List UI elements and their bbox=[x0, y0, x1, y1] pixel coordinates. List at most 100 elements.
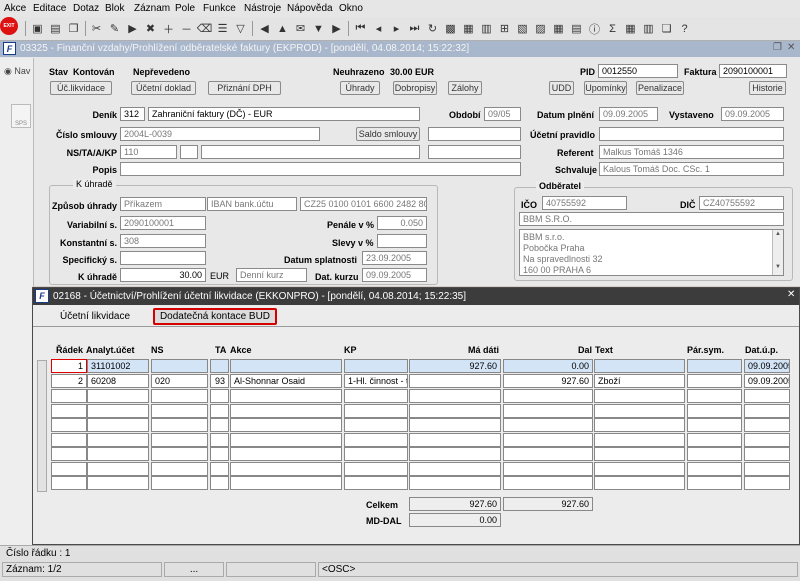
cell-analyt[interactable]: 60208 bbox=[87, 374, 149, 388]
cell-empty[interactable] bbox=[344, 432, 408, 447]
cell-empty[interactable] bbox=[230, 447, 342, 461]
cell-empty[interactable] bbox=[594, 476, 685, 490]
lock-icon[interactable]: ▩ bbox=[442, 20, 459, 37]
cell-empty[interactable] bbox=[151, 432, 208, 447]
cell-text[interactable] bbox=[594, 359, 685, 373]
specificky-symbol-field[interactable] bbox=[120, 251, 206, 265]
cell-akce[interactable] bbox=[230, 359, 342, 373]
cell-empty[interactable] bbox=[594, 461, 685, 476]
cell-empty[interactable] bbox=[210, 447, 229, 461]
menu-blok[interactable]: Blok bbox=[105, 3, 124, 14]
grid-icon[interactable]: ▦ bbox=[550, 20, 567, 37]
cell-ta[interactable] bbox=[210, 359, 229, 373]
cut-icon[interactable]: ✂ bbox=[88, 20, 105, 37]
denik-name-field[interactable]: Zahraniční faktury (DČ) - EUR bbox=[148, 107, 420, 121]
scroll-up-icon[interactable]: ▲ bbox=[773, 230, 783, 238]
cell-empty[interactable] bbox=[51, 403, 87, 418]
cell-empty[interactable] bbox=[87, 447, 149, 461]
cell-empty[interactable] bbox=[151, 461, 208, 476]
zalohy-button[interactable]: Zálohy bbox=[448, 81, 482, 95]
datum-plneni-field[interactable]: 09.09.2005 bbox=[599, 107, 658, 121]
next-record-icon[interactable]: ▼ bbox=[310, 20, 327, 37]
cell-empty[interactable] bbox=[344, 476, 408, 490]
cell-empty[interactable] bbox=[687, 447, 742, 461]
cell-empty[interactable] bbox=[230, 461, 342, 476]
close-window-icon[interactable]: ✕ bbox=[787, 42, 795, 53]
cell-empty[interactable] bbox=[687, 432, 742, 447]
sps-button[interactable]: SPS bbox=[11, 104, 31, 128]
restore-window-icon[interactable]: ❐ bbox=[773, 42, 782, 53]
cell-empty[interactable] bbox=[409, 447, 501, 461]
cell-empty[interactable] bbox=[503, 461, 593, 476]
cell-empty[interactable] bbox=[344, 389, 408, 403]
dat-kurzu-field[interactable]: 09.09.2005 bbox=[362, 268, 427, 282]
denik-code-field[interactable]: 312 bbox=[120, 107, 145, 121]
priznani-dph-button[interactable]: Přiznání DPH bbox=[208, 81, 281, 95]
zpusob-uhrady-field[interactable]: Příkazem bbox=[120, 197, 206, 211]
blank-field[interactable] bbox=[428, 127, 521, 141]
info-icon[interactable]: ⓘ bbox=[586, 20, 603, 37]
k-uhrade-field[interactable]: 30.00 bbox=[120, 268, 206, 282]
cell-empty[interactable] bbox=[51, 447, 87, 461]
print-icon[interactable]: ▤ bbox=[47, 20, 64, 37]
saldo-smlouvy-button[interactable]: Saldo smlouvy bbox=[356, 127, 420, 141]
cell-empty[interactable] bbox=[594, 418, 685, 432]
menu-napoveda[interactable]: Nápověda bbox=[287, 3, 333, 14]
datum-splatnosti-field[interactable]: 23.09.2005 bbox=[362, 251, 427, 265]
cell-empty[interactable] bbox=[744, 461, 790, 476]
cell-empty[interactable] bbox=[687, 403, 742, 418]
first-icon[interactable]: ⏮ bbox=[352, 20, 369, 37]
cell-empty[interactable] bbox=[409, 476, 501, 490]
cell-empty[interactable] bbox=[210, 476, 229, 490]
cell-kp[interactable] bbox=[344, 359, 408, 373]
a-field[interactable] bbox=[201, 145, 420, 159]
cell-empty[interactable] bbox=[503, 447, 593, 461]
menu-editace[interactable]: Editace bbox=[33, 3, 66, 14]
uhrady-button[interactable]: Úhrady bbox=[340, 81, 380, 95]
prev-icon[interactable]: ◂ bbox=[370, 20, 387, 37]
referent-field[interactable]: Malkus Tomáš 1346 bbox=[599, 145, 784, 159]
obdobi-field[interactable]: 09/05 bbox=[484, 107, 521, 121]
filter-icon[interactable]: ▽ bbox=[232, 20, 249, 37]
menu-funkce[interactable]: Funkce bbox=[203, 3, 236, 14]
cell-empty[interactable] bbox=[344, 461, 408, 476]
menu-okno[interactable]: Okno bbox=[339, 3, 363, 14]
tab-ucetni-likvidace[interactable]: Účetní likvidace bbox=[53, 308, 137, 325]
exit-button[interactable]: EXIT bbox=[0, 17, 18, 35]
cell-radek[interactable]: 1 bbox=[51, 359, 87, 373]
variabilni-symbol-field[interactable]: 2090100001 bbox=[120, 216, 206, 230]
historie-button[interactable]: Historie bbox=[749, 81, 786, 95]
next-block-icon[interactable]: ▶ bbox=[328, 20, 345, 37]
mail-icon[interactable]: ✉ bbox=[292, 20, 309, 37]
cell-empty[interactable] bbox=[87, 389, 149, 403]
refresh-icon[interactable]: ↻ bbox=[424, 20, 441, 37]
cell-empty[interactable] bbox=[409, 418, 501, 432]
schvaluje-field[interactable]: Kalous Tomáš Doc. CSc. 1 bbox=[599, 162, 784, 176]
cell-empty[interactable] bbox=[344, 418, 408, 432]
cell-empty[interactable] bbox=[210, 461, 229, 476]
penalizace-button[interactable]: Penalizace bbox=[636, 81, 684, 95]
cell-radek[interactable]: 2 bbox=[51, 374, 87, 388]
slevy-field[interactable] bbox=[377, 234, 427, 248]
cell-ns[interactable]: 020 bbox=[151, 374, 208, 388]
cell-empty[interactable] bbox=[230, 403, 342, 418]
cell-empty[interactable] bbox=[87, 403, 149, 418]
ucetni-pravidlo-field[interactable] bbox=[599, 127, 784, 141]
scroll-down-icon[interactable]: ▼ bbox=[773, 263, 783, 271]
cell-empty[interactable] bbox=[51, 389, 87, 403]
calendar-icon[interactable]: ▦ bbox=[460, 20, 477, 37]
faktura-field[interactable]: 2090100001 bbox=[719, 64, 787, 78]
ico-field[interactable]: 40755592 bbox=[542, 196, 627, 210]
cell-empty[interactable] bbox=[687, 389, 742, 403]
cell-dal[interactable]: 927.60 bbox=[503, 374, 593, 388]
kp-field[interactable] bbox=[428, 145, 521, 159]
next-icon[interactable]: ▸ bbox=[388, 20, 405, 37]
cell-empty[interactable] bbox=[230, 418, 342, 432]
attach-icon[interactable]: ⊞ bbox=[496, 20, 513, 37]
cell-empty[interactable] bbox=[87, 461, 149, 476]
iban-field[interactable]: CZ25 0100 0101 6600 2482 809 bbox=[300, 197, 427, 211]
cell-analyt[interactable]: 31101002 bbox=[87, 359, 149, 373]
ta-field[interactable] bbox=[180, 145, 198, 159]
penale-field[interactable]: 0.050 bbox=[377, 216, 427, 230]
sum-icon[interactable]: Σ bbox=[604, 20, 621, 37]
